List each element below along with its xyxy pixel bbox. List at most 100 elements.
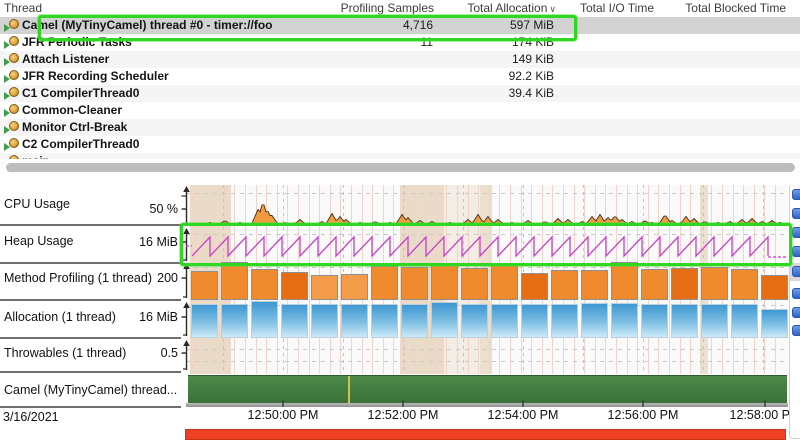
method-profiling-bar xyxy=(611,262,638,300)
thread-name: main xyxy=(22,154,50,159)
row-separator xyxy=(0,224,181,226)
table-row[interactable]: Attach Listener149 KiB xyxy=(0,51,800,68)
allocation-bar xyxy=(311,304,338,338)
column-header-total-allocation[interactable]: Total Allocation∨ xyxy=(467,1,556,15)
row-separator xyxy=(0,337,181,339)
time-tick-label: 12:50:00 PM xyxy=(248,408,319,422)
method-profiling-bar xyxy=(281,272,308,300)
running-thread-icon xyxy=(4,138,21,151)
panel-item-icon[interactable] xyxy=(792,307,800,318)
table-row[interactable]: JFR Recording Scheduler92.2 KiB xyxy=(0,68,800,85)
method-profiling-bar xyxy=(401,267,428,300)
horizontal-gridline xyxy=(186,349,788,350)
running-thread-icon xyxy=(4,36,21,49)
timeline-row-label[interactable]: Heap Usage xyxy=(4,234,74,248)
timeline-scrollbar-thumb[interactable] xyxy=(185,429,786,440)
row-separator xyxy=(0,371,181,373)
method-profiling-bar xyxy=(641,269,668,300)
allocation-bar xyxy=(251,301,278,338)
panel-item-icon[interactable] xyxy=(792,266,800,277)
allocation-bar xyxy=(731,304,758,338)
panel-item-icon[interactable] xyxy=(792,325,800,336)
horizontal-gridline xyxy=(186,361,788,362)
method-profiling-bar xyxy=(731,269,758,300)
row-separator xyxy=(0,299,181,301)
axis-tick-label: 16 MiB xyxy=(139,235,178,249)
running-thread-icon xyxy=(4,70,21,83)
row-separator xyxy=(0,262,181,264)
date-label: 3/16/2021 xyxy=(3,410,59,424)
annotation-box-heap-usage xyxy=(180,223,792,266)
horizontal-gridline xyxy=(186,193,788,194)
allocation-bar xyxy=(611,303,638,338)
panel-item-icon[interactable] xyxy=(792,208,800,219)
method-profiling-bar xyxy=(551,270,578,300)
annotation-box-selected-thread xyxy=(38,15,577,41)
timeline-row-label[interactable]: Camel (MyTinyCamel) thread... xyxy=(4,383,177,397)
running-thread-icon xyxy=(4,53,21,66)
time-axis-baseline xyxy=(186,403,788,407)
timeline-row-label[interactable]: CPU Usage xyxy=(4,197,70,211)
method-profiling-bar xyxy=(581,270,608,300)
allocation-bar xyxy=(281,304,308,338)
panel-item-icon[interactable] xyxy=(792,227,800,238)
total-allocation-value: 92.2 KiB xyxy=(509,69,554,83)
method-profiling-bar xyxy=(491,264,518,300)
allocation-bar xyxy=(191,304,218,338)
allocation-bar xyxy=(431,302,458,338)
allocation-bar xyxy=(461,304,488,338)
sort-descending-icon: ∨ xyxy=(549,4,556,14)
running-thread-icon xyxy=(4,121,21,134)
method-profiling-bar xyxy=(701,267,728,300)
column-header-profiling-samples[interactable]: Profiling Samples xyxy=(341,1,434,15)
column-header-total-i-o-time[interactable]: Total I/O Time xyxy=(580,1,654,15)
allocation-bar xyxy=(521,304,548,338)
thread-name: C1 CompilerThread0 xyxy=(22,86,139,100)
running-thread-icon xyxy=(4,155,21,159)
allocation-bar xyxy=(581,303,608,338)
table-scrollbar-thumb[interactable] xyxy=(6,163,795,172)
timeline-row-label[interactable]: Method Profiling (1 thread) xyxy=(4,271,152,285)
table-row[interactable]: C2 CompilerThread0 xyxy=(0,136,800,153)
panel-item-icon[interactable] xyxy=(792,246,800,257)
panel-item-icon[interactable] xyxy=(792,288,800,299)
table-horizontal-scrollbar[interactable] xyxy=(0,160,800,174)
time-tick-label: 12:54:00 PM xyxy=(488,408,559,422)
allocation-bar xyxy=(641,304,668,338)
timeline-row-label[interactable]: Allocation (1 thread) xyxy=(4,310,116,324)
right-side-panel xyxy=(789,184,800,439)
profiler-window: Thread Profiling Samples Total Allocation∨… xyxy=(0,0,800,446)
allocation-bar xyxy=(341,304,368,338)
table-row[interactable]: Common-Cleaner xyxy=(0,102,800,119)
column-header-total-blocked-time[interactable]: Total Blocked Time xyxy=(685,1,786,15)
table-row[interactable]: C1 CompilerThread0 39.4 KiB xyxy=(0,85,800,102)
panel-item-icon[interactable] xyxy=(792,189,800,200)
method-profiling-bar xyxy=(371,266,398,300)
axis-tick-label: 200 xyxy=(157,271,178,285)
running-thread-icon xyxy=(4,87,21,100)
timeline-row-label[interactable]: Throwables (1 thread) xyxy=(4,346,126,360)
total-allocation-value: 39.4 KiB xyxy=(509,86,554,100)
method-profiling-bar xyxy=(671,268,698,300)
time-tick-label: 12:52:00 PM xyxy=(368,408,439,422)
allocation-bar xyxy=(551,304,578,338)
thread-name: C2 CompilerThread0 xyxy=(22,137,139,151)
method-profiling-bar xyxy=(191,271,218,300)
table-row[interactable]: main xyxy=(0,153,800,159)
time-tick-label: 12:56:00 PM xyxy=(608,408,679,422)
thread-name: Attach Listener xyxy=(22,52,109,66)
axis-tick-label: 0.5 xyxy=(161,346,178,360)
method-profiling-bar xyxy=(461,268,488,300)
column-header-thread[interactable]: Thread xyxy=(4,1,42,15)
running-thread-icon xyxy=(4,104,21,117)
allocation-bar xyxy=(701,304,728,338)
camel-thread-state-bar xyxy=(188,375,787,404)
method-profiling-bar xyxy=(521,273,548,300)
axis-tick-label: 50 % xyxy=(150,202,179,216)
method-profiling-bar xyxy=(311,275,338,300)
thread-name: Monitor Ctrl-Break xyxy=(22,120,127,134)
table-row[interactable]: Monitor Ctrl-Break xyxy=(0,119,800,136)
allocation-bar xyxy=(671,304,698,338)
method-profiling-bar xyxy=(221,262,248,300)
allocation-bars xyxy=(189,301,790,338)
